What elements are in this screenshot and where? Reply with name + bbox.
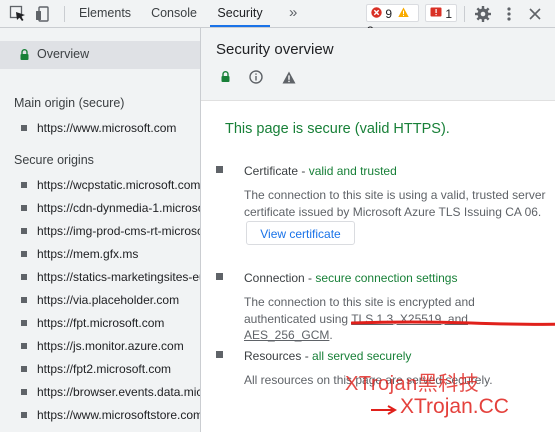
connection-title: Connection [244, 271, 305, 285]
sidebar-item-overview[interactable]: Overview [0, 41, 200, 69]
origin-bullet-icon [21, 320, 27, 326]
sidebar-item-label: Overview [37, 47, 90, 61]
more-options-icon[interactable] [500, 5, 518, 23]
issue-count: 1 [445, 6, 453, 21]
sidebar-item-origin[interactable]: https://browser.events.data.microsoft.co… [0, 383, 200, 403]
watermark-url: XTrojan.CC [400, 395, 509, 418]
security-sidebar: Overview Main origin (secure) https://ww… [0, 28, 201, 432]
sidebar-item-origin[interactable]: https://wcpstatic.microsoft.com [0, 176, 201, 196]
error-warning-counter[interactable]: 9 3 [366, 4, 419, 38]
origin-bullet-icon [21, 205, 27, 211]
main-origin-heading: Main origin (secure) [14, 96, 125, 110]
sidebar-item-origin[interactable]: https://via.placeholder.com [0, 291, 200, 311]
warning-triangle-icon [282, 71, 296, 87]
certificate-heading: Certificate - valid and trusted [244, 164, 397, 178]
connection-description: The connection to this site is encrypted… [244, 294, 549, 344]
tab-elements[interactable]: Elements [72, 0, 138, 27]
overview-header: Security overview [201, 28, 555, 101]
origin-bullet-icon [21, 251, 27, 257]
toolbar-separator [464, 6, 465, 22]
origin-bullet-icon [21, 228, 27, 234]
origin-url: https://js.monitor.azure.com [37, 339, 184, 353]
connection-desc-suffix: . [329, 328, 333, 342]
sidebar-item-origin[interactable]: https://www.microsoftstore.com [0, 406, 201, 426]
sidebar-item-origin[interactable]: https://fpt.microsoft.com [0, 314, 200, 334]
tab-console[interactable]: Console [141, 0, 207, 27]
info-icon [249, 70, 263, 87]
origin-bullet-icon [21, 125, 27, 131]
error-icon [371, 6, 382, 22]
sidebar-item-origin[interactable]: https://js.monitor.azure.com [0, 337, 200, 357]
tab-security[interactable]: Security [210, 0, 270, 27]
origin-url: https://cdn-dynmedia-1.microsoft.com [37, 201, 200, 215]
sidebar-item-origin[interactable]: https://statics-marketingsites-eus.com [0, 268, 200, 288]
origin-bullet-icon [21, 366, 27, 372]
watermark-arrow-icon [371, 405, 398, 415]
sidebar-item-origin[interactable]: https://cdn-dynmedia-1.microsoft.com [0, 199, 200, 219]
page-title: Security overview [216, 41, 334, 58]
error-count: 9 [385, 6, 393, 21]
resources-bullet-icon [216, 351, 223, 358]
origin-bullet-icon [21, 297, 27, 303]
origin-url: https://www.microsoft.com [37, 121, 177, 135]
resources-heading: Resources - all served securely [244, 349, 412, 363]
certificate-description: The connection to this site is using a v… [244, 188, 546, 219]
devtools-toolbar: Elements Console Security » 9 3 1 [0, 0, 555, 38]
certificate-bullet-icon [216, 166, 223, 173]
toolbar-separator [64, 6, 65, 22]
origin-bullet-icon [21, 274, 27, 280]
inspect-element-icon[interactable] [9, 5, 27, 23]
watermark-text: XTrojan黑科技 [345, 373, 480, 395]
connection-heading: Connection - secure connection settings [244, 271, 458, 285]
origin-url: https://wcpstatic.microsoft.com [37, 178, 201, 192]
connection-status: secure connection settings [315, 271, 458, 285]
certificate-title: Certificate [244, 164, 299, 178]
device-toolbar-icon[interactable] [34, 5, 52, 23]
origin-url: https://fpt2.microsoft.com [37, 362, 172, 376]
secure-origins-heading: Secure origins [14, 153, 94, 167]
sidebar-item-origin[interactable]: https://mem.gfx.ms [0, 245, 200, 265]
origin-bullet-icon [21, 389, 27, 395]
lock-icon [221, 71, 230, 85]
origin-url: https://www.microsoftstore.com [37, 408, 201, 422]
connection-bullet-icon [216, 273, 223, 280]
issues-icon [430, 6, 442, 22]
resources-title: Resources [244, 349, 302, 363]
origin-url: https://img-prod-cms-rt-microsoft.com [37, 224, 200, 238]
gear-icon[interactable] [474, 5, 492, 23]
sidebar-item-main-origin[interactable]: https://www.microsoft.com [0, 119, 200, 139]
lock-icon [20, 49, 29, 63]
warning-icon [398, 6, 410, 22]
origin-url: https://via.placeholder.com [37, 293, 180, 307]
resources-status: all served securely [312, 349, 412, 363]
origin-url: https://browser.events.data.microsoft.co… [37, 385, 200, 399]
origin-bullet-icon [21, 182, 27, 188]
view-certificate-button[interactable]: View certificate [246, 221, 355, 245]
origin-url: https://fpt.microsoft.com [37, 316, 165, 330]
origin-url: https://statics-marketingsites-eus.com [37, 270, 200, 284]
red-underline-annotation [351, 320, 555, 326]
issues-counter[interactable]: 1 [425, 4, 457, 22]
security-summary-headline: This page is secure (valid HTTPS). [225, 121, 450, 137]
certificate-status: valid and trusted [308, 164, 397, 178]
origin-url: https://mem.gfx.ms [37, 247, 139, 261]
origin-bullet-icon [21, 412, 27, 418]
more-tabs-icon[interactable]: » [289, 4, 297, 21]
origin-bullet-icon [21, 343, 27, 349]
close-icon[interactable] [526, 5, 544, 23]
sidebar-item-origin[interactable]: https://fpt2.microsoft.com [0, 360, 200, 380]
sidebar-item-origin[interactable]: https://img-prod-cms-rt-microsoft.com [0, 222, 200, 242]
